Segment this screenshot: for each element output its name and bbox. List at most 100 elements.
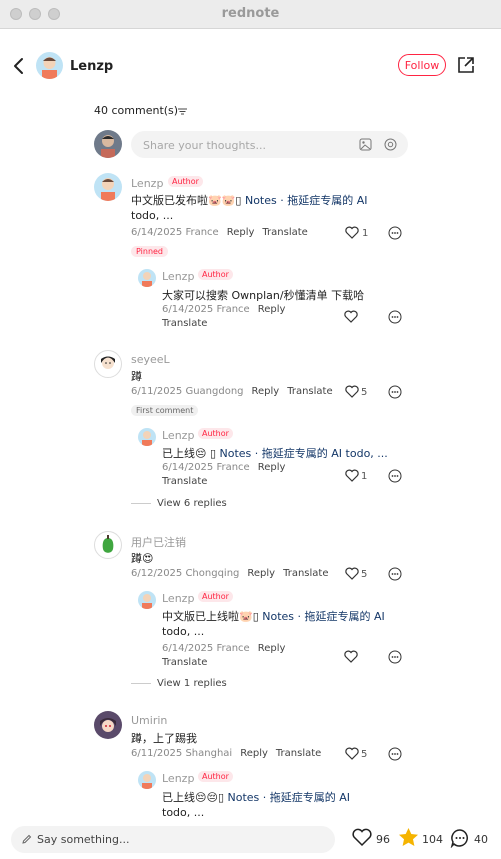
comment-username[interactable]: Umirin [131, 714, 167, 727]
comment-meta: 6/14/2025 France Reply Translate [131, 227, 308, 238]
comment-username[interactable]: 用户已注销 [131, 534, 186, 550]
translate-button[interactable]: Translate [162, 476, 207, 487]
translate-button[interactable]: Translate [276, 748, 321, 759]
like-icon[interactable] [345, 747, 359, 760]
mention-icon[interactable] [384, 138, 397, 151]
like-total: 96 [376, 833, 390, 846]
translate-button[interactable]: Translate [162, 318, 207, 329]
reply-text: 已上线😔😔▯ Notes · 拖延症专属的 AI [162, 791, 351, 804]
reply-username[interactable]: Lenzp [162, 429, 194, 442]
author-badge: Author [168, 176, 203, 187]
comment-menu-icon[interactable] [388, 310, 402, 324]
emoji-icon: 🐷 [239, 610, 253, 623]
comment-text: 蹲😍 [131, 552, 154, 565]
reply-button[interactable]: Reply [247, 568, 275, 579]
pencil-icon [22, 834, 32, 844]
like-icon[interactable] [352, 828, 372, 847]
reply-avatar[interactable] [138, 771, 156, 789]
note-link-icon: ▯ [206, 447, 220, 460]
like-icon[interactable] [344, 310, 358, 323]
comment-menu-icon[interactable] [388, 747, 402, 761]
note-link[interactable]: Notes · 拖延症专属的 AI [245, 194, 368, 207]
reply-username[interactable]: Lenzp [162, 592, 194, 605]
comment-meta: 6/11/2025 Shanghai Reply Translate [131, 748, 322, 759]
comment-username[interactable]: Lenzp [131, 177, 163, 190]
say-something-input[interactable]: Say something... [11, 826, 335, 853]
reply-button[interactable]: Reply [240, 748, 268, 759]
comment-text: 蹲 [131, 370, 142, 383]
comment-meta: 6/12/2025 Chongqing Reply Translate [131, 568, 329, 579]
comment-text: 蹲，上了踢我 [131, 732, 197, 745]
comment-avatar[interactable] [94, 350, 122, 378]
like-count: 5 [361, 749, 368, 760]
reply-username[interactable]: Lenzp [162, 772, 194, 785]
bottom-bar: Say something... 96 104 40 [0, 818, 501, 859]
like-count: 1 [361, 471, 368, 482]
reply-button[interactable]: Reply [252, 386, 280, 397]
reply-button[interactable]: Reply [258, 643, 286, 654]
translate-button[interactable]: Translate [287, 386, 332, 397]
translate-button[interactable]: Translate [262, 227, 307, 238]
like-icon[interactable] [345, 567, 359, 580]
like-icon[interactable] [345, 385, 359, 398]
reply-meta: 6/14/2025 France Reply [162, 462, 286, 473]
note-link[interactable]: Notes · 拖延症专属的 AI [228, 791, 351, 804]
reply-text: 中文版已上线啦🐷▯ Notes · 拖延症专属的 AI [162, 610, 385, 623]
window-title: rednote [221, 6, 280, 21]
emoji-icon: 🐷🐷 [208, 194, 236, 207]
note-link[interactable]: Notes · 拖延症专属的 AI todo, ... [220, 447, 388, 460]
comment-menu-icon[interactable] [388, 385, 402, 399]
reply-button[interactable]: Reply [258, 462, 286, 473]
emoji-icon: 😔 [195, 447, 207, 460]
author-badge: Author [198, 428, 233, 439]
like-count: 5 [361, 569, 368, 580]
comment-avatar[interactable] [94, 173, 122, 201]
window-titlebar: rednote [0, 0, 501, 29]
reply-button[interactable]: Reply [227, 227, 255, 238]
comment-total: 40 [474, 833, 488, 846]
note-link-icon: ▯ [252, 610, 263, 623]
note-link-icon: ▯ [217, 791, 228, 804]
comment-menu-icon[interactable] [388, 469, 402, 483]
share-icon[interactable] [457, 56, 475, 74]
sort-icon[interactable] [178, 108, 187, 115]
author-badge: Author [198, 269, 233, 280]
comment-input[interactable]: Share your thoughts... [131, 131, 408, 158]
comment-menu-icon[interactable] [388, 650, 402, 664]
first-comment-badge: First comment [131, 405, 199, 416]
comment-avatar[interactable] [94, 711, 122, 739]
back-arrow-icon[interactable] [10, 56, 28, 76]
reply-avatar[interactable] [138, 591, 156, 609]
reply-text-continued: todo, ... [162, 625, 205, 638]
reply-username[interactable]: Lenzp [162, 270, 194, 283]
reply-avatar[interactable] [138, 269, 156, 287]
author-badge: Author [198, 771, 233, 782]
like-icon[interactable] [345, 226, 359, 239]
reply-text: 大家可以搜索 Ownplan/秒懂清单 下载哈 [162, 289, 365, 302]
view-replies-button[interactable]: View 6 replies [131, 498, 227, 509]
view-replies-button[interactable]: View 1 replies [131, 678, 227, 689]
note-link[interactable]: Notes · 拖延症专属的 AI [262, 610, 385, 623]
comment-avatar[interactable] [94, 531, 122, 559]
image-icon[interactable] [359, 138, 372, 151]
reply-meta: 6/14/2025 France Reply [162, 643, 286, 654]
like-icon[interactable] [345, 469, 359, 482]
comment-input-placeholder: Share your thoughts... [143, 139, 266, 152]
comment-meta: 6/11/2025 Guangdong Reply Translate [131, 386, 333, 397]
comment-count: 40 comment(s) [94, 104, 179, 117]
comment-menu-icon[interactable] [388, 226, 402, 240]
author-avatar[interactable] [36, 52, 63, 79]
like-icon[interactable] [344, 650, 358, 663]
say-something-placeholder: Say something... [37, 833, 130, 846]
reply-button[interactable]: Reply [258, 304, 286, 315]
comment-username[interactable]: seyeeL [131, 353, 170, 366]
translate-button[interactable]: Translate [283, 568, 328, 579]
comment-icon[interactable] [450, 828, 470, 848]
reply-avatar[interactable] [138, 428, 156, 446]
note-header: Lenzp Follow [0, 28, 501, 104]
translate-button[interactable]: Translate [162, 657, 207, 668]
star-icon[interactable] [398, 827, 419, 847]
comment-menu-icon[interactable] [388, 567, 402, 581]
follow-button[interactable]: Follow [398, 54, 446, 76]
author-name[interactable]: Lenzp [70, 59, 113, 74]
